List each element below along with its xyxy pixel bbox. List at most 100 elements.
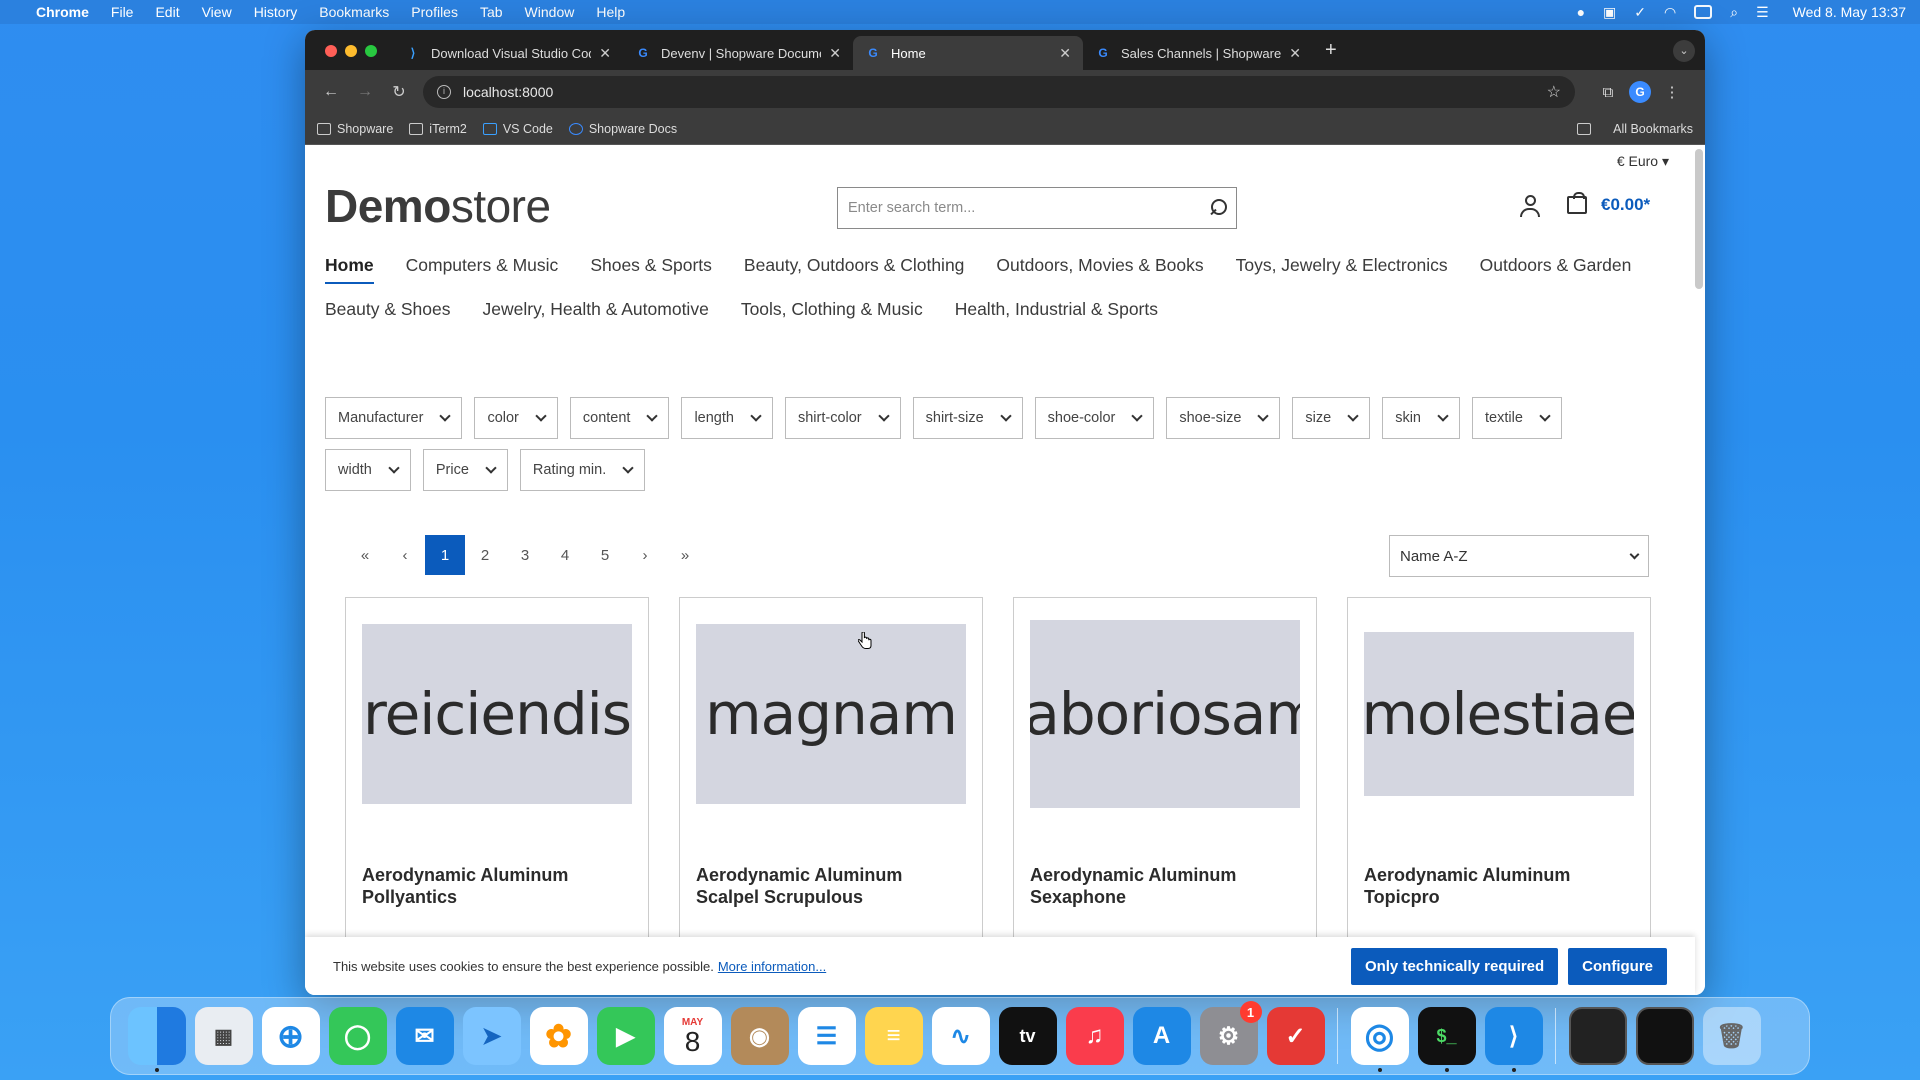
window-thumbnail-icon[interactable] — [1568, 1007, 1627, 1065]
nav-item[interactable]: Health, Industrial & Sports — [955, 299, 1158, 326]
appstore-icon[interactable]: A — [1132, 1007, 1191, 1065]
product-name[interactable]: Aerodynamic Aluminum Topicpro — [1364, 864, 1634, 908]
notes-icon[interactable]: ≡ — [864, 1007, 923, 1065]
photos-icon[interactable]: ✿ — [529, 1007, 588, 1065]
nav-item[interactable]: Beauty, Outdoors & Clothing — [744, 255, 965, 282]
page-button[interactable]: 3 — [505, 535, 545, 575]
nav-item[interactable]: Tools, Clothing & Music — [741, 299, 923, 326]
filter-length[interactable]: length — [681, 397, 773, 439]
filter-shoe-color[interactable]: shoe-color — [1034, 397, 1155, 439]
bookmark-star-icon[interactable]: ☆ — [1547, 82, 1561, 102]
store-logo[interactable]: Demostore — [325, 179, 551, 233]
menu-tab[interactable]: Tab — [480, 4, 503, 20]
profile-avatar-icon[interactable]: G — [1629, 81, 1651, 103]
tab-sales-channels[interactable]: G Sales Channels | Shopware A ✕ — [1083, 36, 1313, 70]
tab-search-icon[interactable]: ⌄ — [1673, 40, 1695, 62]
filter-price[interactable]: Price — [422, 449, 508, 491]
maps-icon[interactable]: ➤ — [462, 1007, 521, 1065]
bookmark-shopware-docs[interactable]: Shopware Docs — [568, 122, 677, 136]
contacts-icon[interactable]: ◉ — [730, 1007, 789, 1065]
configure-button[interactable]: Configure — [1568, 947, 1667, 985]
page-button[interactable]: 4 — [545, 535, 585, 575]
filter-skin[interactable]: skin — [1382, 397, 1460, 439]
first-page-button[interactable]: « — [345, 535, 385, 575]
product-card[interactable]: molestiae Aerodynamic Aluminum Topicpro — [1347, 597, 1651, 957]
calendar-icon[interactable]: MAY 8 — [663, 1007, 722, 1065]
page-button[interactable]: 2 — [465, 535, 505, 575]
tab-devenv-docs[interactable]: G Devenv | Shopware Documen ✕ — [623, 36, 853, 70]
extensions-icon[interactable]: ⧉ — [1597, 81, 1619, 103]
search-icon[interactable] — [1208, 199, 1227, 217]
window-thumbnail-icon[interactable] — [1635, 1007, 1694, 1065]
tab-vscode-download[interactable]: ⟩ Download Visual Studio Code ✕ — [393, 36, 623, 70]
bookmark-vscode[interactable]: VS Code — [482, 122, 553, 136]
product-image[interactable]: laboriosam — [1030, 620, 1300, 808]
address-url[interactable]: localhost:8000 — [463, 84, 553, 100]
product-image[interactable]: molestiae — [1364, 632, 1634, 796]
control-center-icon[interactable]: ☰ — [1756, 4, 1769, 21]
screen-record-icon[interactable]: ● — [1577, 4, 1585, 20]
finder-icon[interactable] — [127, 1007, 186, 1072]
last-page-button[interactable]: » — [665, 535, 705, 575]
close-tab-icon[interactable]: ✕ — [1059, 45, 1071, 62]
check-status-icon[interactable]: ✓ — [1634, 4, 1646, 21]
terminal-icon[interactable]: $_ — [1417, 1007, 1476, 1072]
forward-arrow-icon[interactable]: → — [351, 83, 379, 101]
trash-icon[interactable]: 🗑 — [1702, 1007, 1761, 1065]
product-name[interactable]: Aerodynamic Aluminum Sexaphone — [1030, 864, 1300, 908]
extension-status-icon[interactable]: ▣ — [1603, 4, 1616, 21]
product-name[interactable]: Aerodynamic Aluminum Scalpel Scrupulous — [696, 864, 966, 908]
nav-item[interactable]: Computers & Music — [406, 255, 559, 282]
minimize-window-button[interactable] — [345, 45, 357, 57]
menu-view[interactable]: View — [202, 4, 232, 20]
only-required-button[interactable]: Only technically required — [1350, 947, 1559, 985]
product-name[interactable]: Aerodynamic Aluminum Pollyantics — [362, 864, 632, 908]
settings-icon[interactable]: ⚙ 1 — [1199, 1001, 1262, 1065]
tab-home[interactable]: G Home ✕ — [853, 36, 1083, 70]
cookie-more-info-link[interactable]: More information... — [718, 959, 826, 974]
music-icon[interactable]: ♫ — [1065, 1007, 1124, 1065]
appletv-icon[interactable]: tv — [998, 1007, 1057, 1065]
filter-shoe-size[interactable]: shoe-size — [1166, 397, 1281, 439]
safari-icon[interactable]: ⊕ — [261, 1007, 320, 1065]
page-scrollbar[interactable] — [1695, 149, 1703, 289]
product-image[interactable]: reiciendis — [362, 624, 632, 804]
nav-item[interactable]: Beauty & Shoes — [325, 299, 451, 326]
all-bookmarks[interactable]: All Bookmarks — [1577, 122, 1693, 136]
filter-rating[interactable]: Rating min. — [519, 449, 646, 491]
battery-icon[interactable] — [1694, 5, 1713, 19]
bookmark-shopware[interactable]: Shopware — [317, 122, 393, 136]
cart-button[interactable]: €0.00* — [1567, 192, 1650, 215]
menu-edit[interactable]: Edit — [155, 4, 179, 20]
page-button[interactable]: 5 — [585, 535, 625, 575]
menu-help[interactable]: Help — [596, 4, 625, 20]
address-bar[interactable]: i localhost:8000 ☆ — [423, 76, 1575, 108]
site-info-icon[interactable]: i — [437, 85, 451, 99]
chrome-icon[interactable]: ◎ — [1350, 1007, 1409, 1072]
filter-textile[interactable]: textile — [1472, 397, 1562, 439]
menu-window[interactable]: Window — [525, 4, 575, 20]
freeform-icon[interactable]: ∿ — [931, 1007, 990, 1065]
nav-item[interactable]: Outdoors, Movies & Books — [996, 255, 1203, 282]
new-tab-button[interactable]: + — [1325, 39, 1337, 62]
account-icon[interactable] — [1519, 195, 1541, 219]
close-tab-icon[interactable]: ✕ — [599, 45, 611, 62]
filter-color[interactable]: color — [474, 397, 558, 439]
currency-selector[interactable]: € Euro ▾ — [1617, 153, 1669, 170]
menu-bookmarks[interactable]: Bookmarks — [319, 4, 389, 20]
nav-item[interactable]: Toys, Jewelry & Electronics — [1236, 255, 1448, 282]
sort-select[interactable]: Name A-Z — [1389, 535, 1649, 577]
filter-shirt-color[interactable]: shirt-color — [784, 397, 901, 439]
launchpad-icon[interactable]: ▦ — [194, 1007, 253, 1065]
mail-icon[interactable]: ✉ — [395, 1007, 454, 1065]
zoom-window-button[interactable] — [365, 45, 377, 57]
filter-width[interactable]: width — [325, 449, 411, 491]
close-tab-icon[interactable]: ✕ — [1289, 45, 1301, 62]
close-window-button[interactable] — [325, 45, 337, 57]
wifi-icon[interactable]: ◠ — [1664, 4, 1676, 21]
product-image[interactable]: magnam — [696, 624, 966, 804]
nav-item[interactable]: Outdoors & Garden — [1480, 255, 1632, 282]
chrome-menu-icon[interactable]: ⋮ — [1661, 81, 1683, 103]
tasks-icon[interactable]: ✓ — [1266, 1007, 1325, 1065]
reload-icon[interactable]: ↻ — [385, 82, 413, 102]
